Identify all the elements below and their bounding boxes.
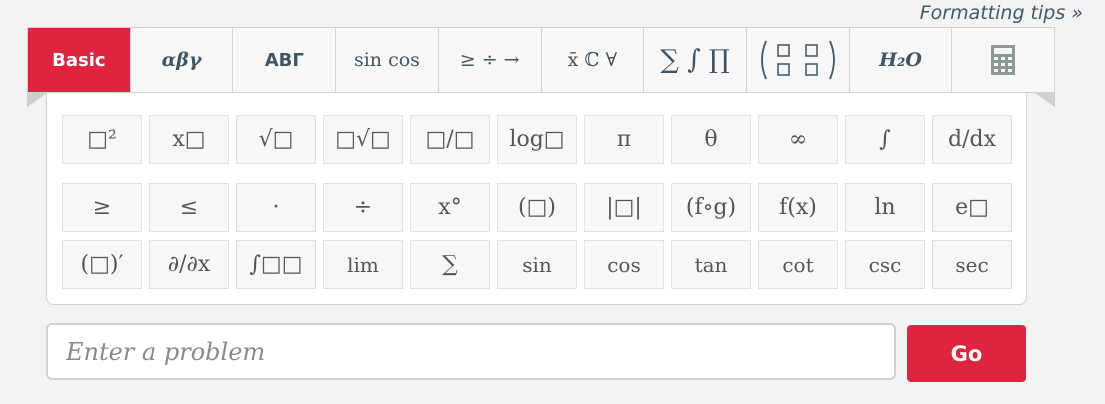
key-partial[interactable]: ∂/∂x: [149, 240, 229, 289]
key-sqrt[interactable]: √□: [236, 115, 316, 164]
key-composition[interactable]: (f∘g): [671, 183, 751, 232]
tab-greek-lower[interactable]: αβγ: [130, 28, 234, 92]
key-derivative[interactable]: d/dx: [932, 115, 1012, 164]
matrix-icon: [760, 40, 835, 80]
key-cot[interactable]: cot: [758, 240, 838, 289]
key-dot[interactable]: ·: [236, 183, 316, 232]
calculator-icon: [991, 45, 1016, 75]
key-ln[interactable]: ln: [845, 183, 925, 232]
panel-fold-right: [1035, 93, 1055, 107]
tab-basic[interactable]: Basic: [28, 28, 131, 92]
problem-input[interactable]: [48, 325, 894, 378]
panel-fold-left: [27, 93, 47, 107]
key-infinity[interactable]: ∞: [758, 115, 838, 164]
key-sin[interactable]: sin: [497, 240, 577, 289]
formatting-tips-link[interactable]: Formatting tips »: [920, 2, 1083, 24]
key-limit[interactable]: lim: [323, 240, 403, 289]
tab-sets[interactable]: x̄ ℂ ∀: [541, 28, 645, 92]
key-tan[interactable]: tan: [671, 240, 751, 289]
key-definite-integral[interactable]: ∫□□: [236, 240, 316, 289]
tab-matrix[interactable]: [746, 28, 850, 92]
tab-calculator[interactable]: [952, 28, 1055, 92]
key-absolute[interactable]: |□|: [584, 183, 664, 232]
tab-greek-lower-label: αβγ: [161, 49, 202, 71]
key-pi[interactable]: π: [584, 115, 664, 164]
tab-relations-label: ≥ ÷ →: [459, 49, 520, 71]
tab-sets-label: x̄ ℂ ∀: [567, 49, 618, 71]
key-sec[interactable]: sec: [932, 240, 1012, 289]
key-integral[interactable]: ∫: [845, 115, 925, 164]
key-exp[interactable]: e□: [932, 183, 1012, 232]
keypad-panel: □² x□ √□ □√□ □/□ log□ π θ ∞ ∫ d/dx ≥ ≤ ·…: [46, 93, 1027, 305]
tab-greek-upper-label: ΑΒΓ: [264, 49, 304, 71]
key-sum[interactable]: ∑: [410, 240, 490, 289]
key-csc[interactable]: csc: [845, 240, 925, 289]
tab-greek-upper[interactable]: ΑΒΓ: [233, 28, 337, 92]
key-nth-root[interactable]: □√□: [323, 115, 403, 164]
tab-trig[interactable]: sin cos: [336, 28, 439, 92]
tab-chemistry[interactable]: H₂O: [849, 28, 953, 92]
key-power[interactable]: x□: [149, 115, 229, 164]
key-geq[interactable]: ≥: [62, 183, 142, 232]
key-cos[interactable]: cos: [584, 240, 664, 289]
key-fraction[interactable]: □/□: [410, 115, 490, 164]
problem-input-wrapper: [46, 323, 896, 380]
tab-big-operators[interactable]: ∑ ∫ ∏: [644, 28, 747, 92]
key-prime[interactable]: (□)′: [62, 240, 142, 289]
key-square[interactable]: □²: [62, 115, 142, 164]
go-button[interactable]: Go: [907, 325, 1026, 382]
tab-trig-label: sin cos: [353, 49, 420, 71]
key-parentheses[interactable]: (□): [497, 183, 577, 232]
key-theta[interactable]: θ: [671, 115, 751, 164]
key-degree[interactable]: x°: [410, 183, 490, 232]
tab-big-operators-label: ∑ ∫ ∏: [660, 45, 730, 75]
tab-chemistry-label: H₂O: [879, 49, 922, 71]
tab-relations[interactable]: ≥ ÷ →: [438, 28, 542, 92]
key-function[interactable]: f(x): [758, 183, 838, 232]
key-log[interactable]: log□: [497, 115, 577, 164]
key-leq[interactable]: ≤: [149, 183, 229, 232]
key-divide[interactable]: ÷: [323, 183, 403, 232]
symbol-tabs: Basic αβγ ΑΒΓ sin cos ≥ ÷ → x̄ ℂ ∀ ∑ ∫ ∏…: [27, 27, 1055, 93]
